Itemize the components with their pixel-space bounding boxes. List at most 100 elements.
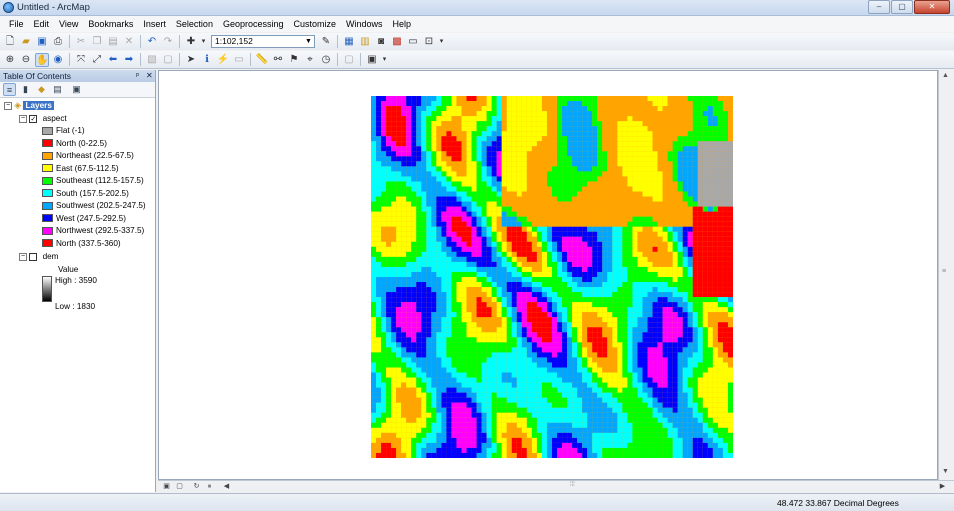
collapse-icon[interactable]: −: [19, 114, 27, 123]
legend-class-row[interactable]: Southeast (112.5-157.5): [42, 175, 144, 186]
select-elements-arrow-icon[interactable]: ➤: [184, 53, 198, 67]
menu-bookmarks[interactable]: Bookmarks: [83, 19, 138, 29]
fixed-zoom-out-icon[interactable]: ⤢: [90, 53, 104, 67]
menu-file[interactable]: File: [4, 19, 29, 29]
legend-swatch[interactable]: [42, 176, 53, 185]
pause-drawing-icon[interactable]: ⏸: [204, 482, 215, 492]
menu-view[interactable]: View: [54, 19, 83, 29]
save-icon[interactable]: ▣: [35, 35, 49, 49]
data-view-icon[interactable]: ▣: [161, 482, 172, 492]
menu-customize[interactable]: Customize: [289, 19, 342, 29]
table-of-contents-icon[interactable]: ▦: [342, 35, 356, 49]
undo-icon[interactable]: ↶: [145, 35, 159, 49]
legend-class-row[interactable]: West (247.5-292.5): [42, 213, 126, 224]
dem-color-ramp[interactable]: [42, 276, 52, 302]
scroll-up-arrow-icon[interactable]: ▲: [942, 72, 949, 79]
legend-swatch[interactable]: [42, 164, 53, 173]
aspect-layer-row[interactable]: − ✓ aspect: [19, 113, 67, 124]
legend-swatch[interactable]: [42, 201, 53, 210]
editor-toolbar-icon[interactable]: ✎: [319, 35, 333, 49]
full-extent-globe-icon[interactable]: ◉: [51, 53, 65, 67]
dem-layer-row[interactable]: − dem: [19, 251, 59, 262]
legend-class-row[interactable]: Northeast (22.5-67.5): [42, 150, 134, 161]
hyperlink-icon[interactable]: ⚡: [216, 53, 230, 67]
legend-class-row[interactable]: North (337.5-360): [42, 238, 121, 249]
layout-view-icon[interactable]: ▣: [365, 53, 379, 67]
legend-class-row[interactable]: Southwest (202.5-247.5): [42, 200, 146, 211]
catalog-window-icon[interactable]: ▥: [358, 35, 372, 49]
go-to-xy-icon[interactable]: ⌖: [303, 53, 317, 67]
layer-name[interactable]: dem: [43, 252, 59, 261]
menu-insert[interactable]: Insert: [138, 19, 171, 29]
copy-icon[interactable]: ❐: [90, 35, 104, 49]
maximize-button[interactable]: ▢: [891, 0, 913, 14]
scroll-thumb-grip[interactable]: ≡: [942, 268, 946, 275]
measure-icon[interactable]: 📏: [255, 53, 269, 67]
layer-visibility-checkbox[interactable]: [29, 252, 38, 261]
toc-close-icon[interactable]: ✕: [146, 70, 153, 82]
scroll-right-arrow-icon[interactable]: ▶: [937, 482, 948, 492]
zoom-out-icon[interactable]: ⊖: [19, 53, 33, 67]
cut-icon[interactable]: ✂: [74, 35, 88, 49]
menu-help[interactable]: Help: [388, 19, 417, 29]
redo-icon[interactable]: ↷: [161, 35, 175, 49]
pan-hand-icon[interactable]: ✋: [35, 52, 49, 67]
legend-class-row[interactable]: Flat (-1): [42, 125, 85, 136]
toolbar-options-icon[interactable]: ▾: [438, 35, 445, 49]
identify-icon[interactable]: ℹ: [200, 53, 214, 67]
open-folder-icon[interactable]: ▰: [19, 35, 33, 49]
legend-swatch[interactable]: [42, 239, 53, 248]
map-scale-combobox[interactable]: 1:102,152 ▼: [211, 35, 315, 48]
list-by-source-icon[interactable]: ▮: [19, 83, 32, 96]
find-binoculars-icon[interactable]: ⚯: [271, 53, 285, 67]
list-by-selection-icon[interactable]: ▤: [51, 83, 64, 96]
list-by-drawing-order-icon[interactable]: ≡: [3, 83, 16, 96]
layer-name[interactable]: aspect: [43, 114, 67, 123]
list-by-visibility-icon[interactable]: ◆: [35, 83, 48, 96]
html-popup-icon[interactable]: ▭: [232, 53, 246, 67]
aspect-raster[interactable]: [371, 96, 733, 458]
arctoolbox-icon[interactable]: ▩: [390, 35, 404, 49]
print-icon[interactable]: ⎙: [51, 35, 65, 49]
minimize-button[interactable]: –: [868, 0, 890, 14]
layers-frame-label[interactable]: Layers: [23, 101, 54, 110]
legend-swatch[interactable]: [42, 214, 53, 223]
create-viewer-window-icon[interactable]: ▢: [342, 53, 356, 67]
tools-options-icon[interactable]: ▾: [381, 53, 388, 67]
select-by-graphics-icon[interactable]: ▧: [145, 53, 159, 67]
search-window-icon[interactable]: ◙: [374, 35, 388, 49]
time-slider-icon[interactable]: ◷: [319, 53, 333, 67]
zoom-in-icon[interactable]: ⊕: [3, 53, 17, 67]
arcmap-app-icon[interactable]: [3, 2, 14, 13]
layer-visibility-checkbox[interactable]: ✓: [29, 114, 38, 123]
legend-class-row[interactable]: Northwest (292.5-337.5): [42, 225, 144, 236]
chevron-down-icon[interactable]: ▼: [304, 37, 313, 46]
legend-swatch[interactable]: [42, 226, 53, 235]
horizontal-scroll-grip[interactable]: ⦙⦙⦙: [570, 481, 575, 489]
new-document-icon[interactable]: 🗋: [3, 35, 17, 49]
find-route-icon[interactable]: ⚑: [287, 53, 301, 67]
previous-extent-icon[interactable]: ⬅: [106, 53, 120, 67]
layers-frame-row[interactable]: − ◈ Layers: [4, 100, 54, 111]
scroll-down-arrow-icon[interactable]: ▼: [942, 468, 949, 475]
menu-selection[interactable]: Selection: [171, 19, 218, 29]
paste-icon[interactable]: ▤: [106, 35, 120, 49]
next-extent-icon[interactable]: ➡: [122, 53, 136, 67]
map-display[interactable]: [158, 70, 938, 480]
scroll-left-arrow-icon[interactable]: ◀: [221, 482, 232, 492]
vertical-scrollbar[interactable]: ▲ ≡ ▼: [938, 70, 954, 480]
legend-swatch[interactable]: [42, 139, 53, 148]
python-window-icon[interactable]: ▭: [406, 35, 420, 49]
add-data-icon[interactable]: ✚: [184, 35, 198, 49]
toc-options-icon[interactable]: ▣: [70, 83, 83, 96]
collapse-icon[interactable]: −: [4, 101, 12, 110]
legend-class-row[interactable]: East (67.5-112.5): [42, 163, 119, 174]
legend-swatch[interactable]: [42, 126, 53, 135]
fixed-zoom-in-icon[interactable]: ⤧: [74, 53, 88, 67]
menu-geoprocessing[interactable]: Geoprocessing: [218, 19, 289, 29]
menu-windows[interactable]: Windows: [341, 19, 388, 29]
add-data-dropdown-icon[interactable]: ▾: [200, 35, 207, 49]
refresh-icon[interactable]: ↻: [191, 482, 202, 492]
legend-class-row[interactable]: North (0-22.5): [42, 138, 107, 149]
model-builder-icon[interactable]: ⊡: [422, 35, 436, 49]
